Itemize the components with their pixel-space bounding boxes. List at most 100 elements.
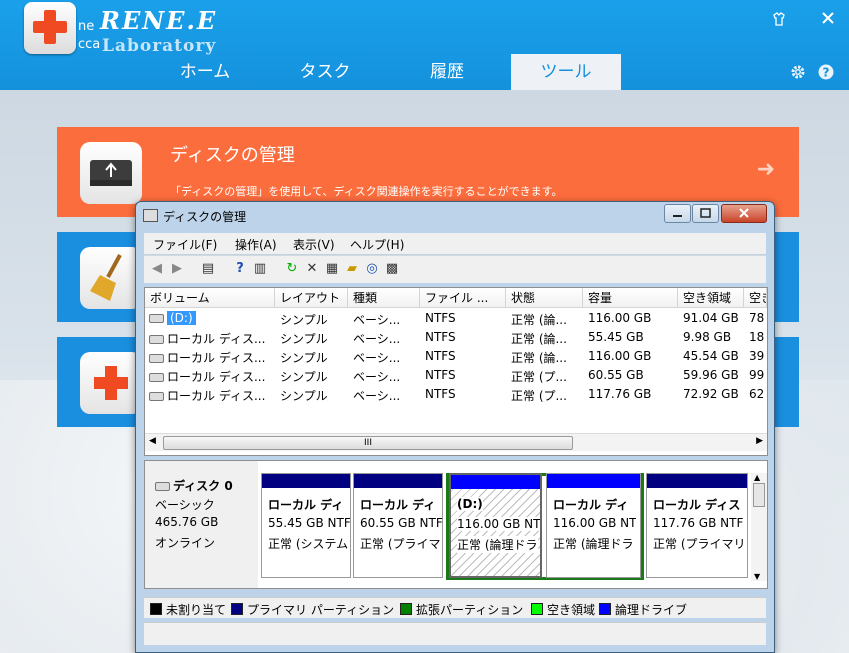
cell-free-percent: 18 [749,330,765,344]
tab-task[interactable]: タスク [270,54,380,90]
cell-capacity: 55.45 GB [588,330,644,344]
cell-free-percent: 99 [749,368,765,382]
disk-management-window: ディスクの管理 ファイル(F) 操作(A) 表示(V) ヘルプ(H) ◀ ▶ ▤… [135,201,775,653]
disk-icon [155,482,170,491]
help-icon[interactable]: ? [818,64,834,80]
properties-icon[interactable]: ▦ [324,261,340,277]
delete-icon[interactable]: ✕ [304,261,320,277]
console-tree-icon[interactable]: ▤ [200,261,216,277]
menu-action[interactable]: 操作(A) [235,236,277,253]
menu-file[interactable]: ファイル(F) [153,236,217,253]
partition-block[interactable]: ローカル ディ 55.45 GB NTF 正常 (システム [261,473,351,578]
partition-status: 正常 (システム [268,537,349,551]
partition-block-selected[interactable]: (D:) 116.00 GB NT 正常 (論理ドラ [449,473,542,578]
cell-free-percent: 39 [749,349,765,363]
shirt-icon[interactable] [772,12,786,26]
search-icon[interactable]: ◎ [364,261,380,277]
legend-label: 未割り当て [166,603,227,617]
partition-bar [262,474,350,488]
gear-icon[interactable] [790,64,806,80]
cell-filesystem: NTFS [425,330,456,344]
partition-block[interactable]: ローカル ディス 117.76 GB NTF 正常 (プライマリ [646,473,748,578]
column-header-free-percent[interactable]: 空き [744,288,767,308]
arrow-right-icon[interactable]: ➜ [757,157,775,182]
table-row[interactable]: ローカル ディス... シンプル ベーシ... NTFS 正常 (プ... 11… [145,385,767,404]
cell-status: 正常 (論... [511,351,567,365]
toolbar: ◀ ▶ ▤ ? ▥ ↻ ✕ ▦ ▰ ◎ ▩ [144,255,766,283]
scroll-left-icon[interactable]: ◀ [149,436,156,446]
cell-free-percent: 78 [749,311,765,325]
cell-filesystem: NTFS [425,368,456,382]
cell-status: 正常 (プ... [511,389,567,403]
partition-block[interactable]: ローカル ディ 116.00 GB NT 正常 (論理ドラ [546,473,641,578]
disk-type: ベーシック [155,498,215,512]
scroll-right-icon[interactable]: ▶ [756,436,763,446]
cell-layout: シンプル [280,351,328,365]
tab-history[interactable]: 履歴 [392,54,502,90]
cell-filesystem: NTFS [425,349,456,363]
open-folder-icon[interactable]: ▰ [344,261,360,277]
vertical-scrollbar[interactable]: ▲ ▼ [751,473,767,581]
cell-type: ベーシ... [353,332,401,346]
volume-name: (D:) [167,311,196,325]
scroll-down-icon[interactable]: ▼ [754,572,760,581]
disk-info[interactable]: ディスク 0 ベーシック 465.76 GB オンライン [145,461,258,588]
horizontal-scrollbar[interactable]: ◀ III ▶ [145,433,767,451]
window-close-button[interactable] [721,204,767,223]
scroll-up-icon[interactable]: ▲ [754,473,760,482]
menu-view[interactable]: 表示(V) [293,236,335,253]
partition-bar [451,475,540,489]
legend-swatch [531,603,543,615]
tab-home[interactable]: ホーム [150,54,260,90]
cell-free-percent: 62 [749,387,765,401]
legend-label: 論理ドライブ [615,603,688,617]
cell-type: ベーシ... [353,370,401,384]
legend-label: 空き領域 [547,603,596,617]
close-icon[interactable] [822,12,834,24]
back-icon[interactable]: ◀ [149,261,165,277]
minimize-icon [673,215,682,217]
settings-icon[interactable]: ▩ [384,261,400,277]
column-header-filesystem[interactable]: ファイル ... [420,288,506,308]
show-panel-icon[interactable]: ▥ [252,261,268,277]
column-header-free-space[interactable]: 空き領域 [678,288,744,308]
menu-bar: ファイル(F) 操作(A) 表示(V) ヘルプ(H) [144,233,766,254]
help-icon[interactable]: ? [232,261,248,277]
refresh-icon[interactable]: ↻ [284,261,300,277]
volume-icon [149,335,164,344]
brand-name: RENE.E [100,6,218,35]
partition-name: ローカル ディ [360,498,436,512]
partition-status: 正常 (プライマリ [653,537,746,551]
cell-type: ベーシ... [353,313,401,327]
legend-item: 論理ドライブ [599,601,687,618]
table-row[interactable]: ローカル ディス... シンプル ベーシ... NTFS 正常 (論... 11… [145,347,767,366]
forward-icon[interactable]: ▶ [169,261,185,277]
cell-layout: シンプル [280,332,328,346]
partition-status: 正常 (プライマ [360,537,441,551]
scroll-thumb[interactable] [753,483,765,507]
brand-fragment-1: ne [78,19,95,34]
table-row[interactable]: ローカル ディス... シンプル ベーシ... NTFS 正常 (論... 55… [145,328,767,347]
column-header-status[interactable]: 状態 [506,288,583,308]
table-row[interactable]: (D:) シンプル ベーシ... NTFS 正常 (論... 116.00 GB… [145,309,767,328]
cell-type: ベーシ... [353,351,401,365]
table-row[interactable]: ローカル ディス... シンプル ベーシ... NTFS 正常 (プ... 60… [145,366,767,385]
column-header-type[interactable]: 種類 [348,288,420,308]
column-header-layout[interactable]: レイアウト [275,288,348,308]
scroll-thumb[interactable]: III [163,436,573,450]
minimize-button[interactable] [664,204,691,223]
disk-status: オンライン [155,536,216,550]
partition-status: 正常 (論理ドラ [553,537,634,551]
maximize-button[interactable] [692,204,719,223]
cell-status: 正常 (論... [511,332,567,346]
partition-size: 116.00 GB NT [457,517,541,531]
cell-free-space: 59.96 GB [683,368,739,382]
column-header-volume[interactable]: ボリューム [145,288,275,308]
cell-type: ベーシ... [353,389,401,403]
cell-layout: シンプル [280,370,328,384]
tab-tools[interactable]: ツール [511,54,621,90]
column-header-capacity[interactable]: 容量 [583,288,678,308]
legend-item: 空き領域 [531,601,595,618]
partition-block[interactable]: ローカル ディ 60.55 GB NTF 正常 (プライマ [353,473,443,578]
menu-help[interactable]: ヘルプ(H) [350,236,404,253]
